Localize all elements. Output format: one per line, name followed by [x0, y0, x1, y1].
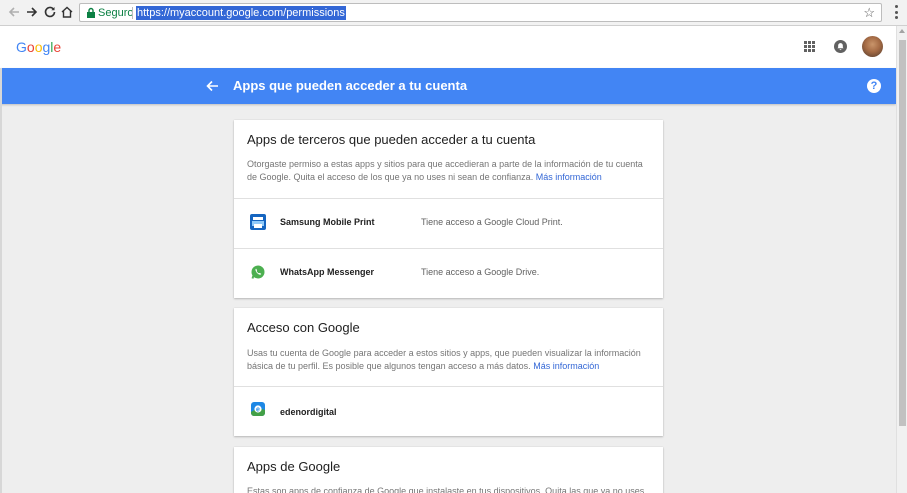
card-title: Apps de Google — [247, 459, 341, 474]
sign-in-with-google-card: Acceso con Google Usas tu cuenta de Goog… — [234, 308, 663, 436]
card-description: Otorgaste permiso a estas apps y sitios … — [247, 158, 652, 184]
secure-label: Seguro — [98, 7, 134, 19]
more-info-link[interactable]: Más información — [533, 361, 599, 371]
google-header: Google — [0, 26, 896, 68]
third-party-apps-card: Apps de terceros que pueden acceder a tu… — [234, 120, 663, 298]
app-row-edenordigital[interactable]: e edenordigital — [234, 387, 663, 436]
back-arrow-icon — [8, 7, 19, 17]
edenordigital-icon: e — [251, 402, 265, 416]
url-text[interactable]: https://myaccount.google.com/permissions — [136, 6, 346, 20]
browser-menu-icon[interactable] — [890, 5, 902, 19]
whatsapp-icon — [251, 265, 265, 279]
scroll-up-arrow-icon[interactable] — [899, 29, 905, 33]
app-access: Tiene acceso a Google Cloud Print. — [421, 217, 563, 227]
back-arrow-icon[interactable] — [205, 79, 219, 93]
avatar[interactable] — [862, 36, 883, 57]
card-title: Acceso con Google — [247, 320, 360, 335]
google-apps-card: Apps de Google Estas son apps de confian… — [234, 447, 663, 493]
card-title: Apps de terceros que pueden acceder a tu… — [247, 132, 536, 147]
browser-toolbar: Seguro https://myaccount.google.com/perm… — [0, 0, 907, 26]
lock-icon — [87, 7, 95, 18]
page-edge — [0, 68, 2, 493]
app-row-whatsapp-messenger[interactable]: WhatsApp Messenger Tiene acceso a Google… — [234, 249, 663, 298]
card-description: Usas tu cuenta de Google para acceder a … — [247, 347, 652, 373]
scrollbar[interactable] — [896, 26, 907, 493]
svg-text:e: e — [256, 407, 260, 414]
home-icon — [61, 6, 73, 18]
forward-arrow-icon — [27, 7, 38, 17]
page-header-bar: Apps que pueden acceder a tu cuenta ? — [0, 68, 896, 104]
back-button[interactable] — [6, 4, 22, 20]
apps-grid-icon[interactable] — [804, 41, 815, 52]
address-bar[interactable]: Seguro https://myaccount.google.com/perm… — [79, 3, 882, 22]
google-logo[interactable]: Google — [16, 39, 61, 55]
app-access: Tiene acceso a Google Drive. — [421, 267, 540, 277]
app-name: Samsung Mobile Print — [280, 217, 375, 227]
logo-letter: o — [26, 39, 35, 55]
home-button[interactable] — [59, 4, 75, 20]
forward-button[interactable] — [24, 4, 40, 20]
samsung-print-icon — [250, 214, 266, 230]
more-info-link[interactable]: Más información — [536, 172, 602, 182]
page-title: Apps que pueden acceder a tu cuenta — [233, 78, 468, 93]
bookmark-star-icon[interactable]: ☆ — [863, 5, 875, 21]
reload-button[interactable] — [42, 4, 58, 20]
logo-letter: G — [16, 39, 27, 55]
app-name: WhatsApp Messenger — [280, 267, 375, 277]
url-separator — [132, 7, 133, 19]
app-name: edenordigital — [280, 407, 337, 417]
notifications-icon[interactable] — [834, 40, 847, 53]
reload-icon — [44, 6, 56, 18]
logo-letter: e — [53, 39, 62, 55]
scrollbar-thumb[interactable] — [899, 40, 906, 426]
app-row-samsung-mobile-print[interactable]: Samsung Mobile Print Tiene acceso a Goog… — [234, 199, 663, 248]
help-icon[interactable]: ? — [867, 79, 881, 93]
card-description: Estas son apps de confianza de Google qu… — [247, 486, 645, 493]
